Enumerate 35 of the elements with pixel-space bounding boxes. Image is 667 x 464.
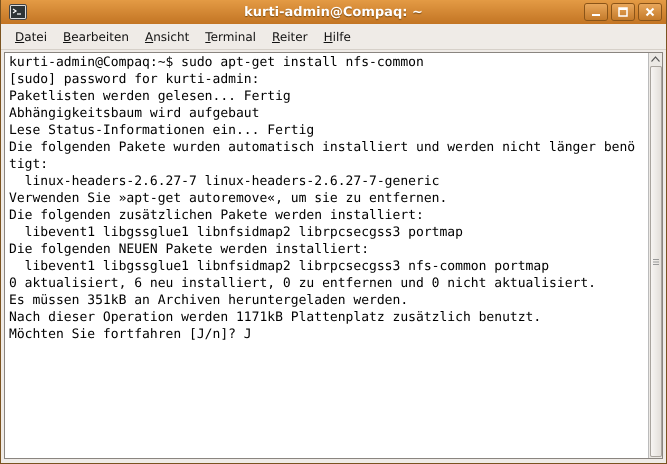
menu-item[interactable]: Ansicht xyxy=(136,30,198,44)
terminal-line: Nach dieser Operation werden 1171kB Plattenplatz zusätzlich benutzt. xyxy=(9,309,542,326)
terminal-line: Möchten Sie fortfahren [J/n]? J xyxy=(9,326,253,343)
scrollbar-thumb[interactable] xyxy=(650,66,662,457)
terminal-line: Es müssen 351kB an Archiven heruntergeladen werden. xyxy=(9,292,410,309)
terminal-line: libevent1 libgssglue1 libnfsidmap2 librpcsecgss3 portmap xyxy=(24,224,464,241)
terminal-line: Verwenden Sie »apt-get autoremove«, um sie zu entfernen. xyxy=(9,190,448,207)
scrollbar[interactable] xyxy=(648,53,662,458)
window-title: kurti-admin@Compaq: ~ xyxy=(244,4,423,20)
terminal-line: kurti-admin@Compaq:~$ sudo apt-get install nfs-common xyxy=(9,54,425,71)
terminal-line: Die folgenden NEUEN Pakete werden installiert: xyxy=(9,241,370,258)
minimize-icon xyxy=(592,14,600,16)
close-button[interactable] xyxy=(638,3,662,21)
maximize-button[interactable] xyxy=(611,3,635,21)
menu-item[interactable]: Hilfe xyxy=(316,30,359,44)
terminal-line: Abhängigkeitsbaum wird aufgebaut xyxy=(9,105,260,122)
terminal-line: libevent1 libgssglue1 libnfsidmap2 librpcsecgss3 nfs-common portmap xyxy=(24,258,550,275)
terminal-line: 0 aktualisiert, 6 neu installiert, 0 zu entfernen und 0 nicht aktualisiert. xyxy=(9,275,597,292)
terminal-line: linux-headers-2.6.27-7 linux-headers-2.6.27-7-generic xyxy=(24,173,440,190)
terminal-line: Paketlisten werden gelesen... Fertig xyxy=(9,88,292,105)
terminal-line: tigt: xyxy=(9,156,50,173)
terminal-line: Lese Status-Informationen ein... Fertig xyxy=(9,122,316,139)
menu-item[interactable]: Datei xyxy=(7,30,56,44)
menu-item[interactable]: Bearbeiten xyxy=(55,30,137,44)
close-icon xyxy=(644,6,656,18)
minimize-button[interactable] xyxy=(584,3,608,21)
terminal-line: Die folgenden Pakete wurden automatisch installiert und werden nicht länger benö xyxy=(9,139,636,156)
maximize-icon xyxy=(617,6,629,18)
grip-icon xyxy=(652,258,660,266)
scroll-up-icon[interactable] xyxy=(651,56,660,62)
menu-item[interactable]: Reiter xyxy=(264,30,316,44)
terminal-line: [sudo] password for kurti-admin: xyxy=(9,71,260,88)
terminal-line: Die folgenden zusätzlichen Pakete werden installiert: xyxy=(9,207,425,224)
menu-item[interactable]: Terminal xyxy=(197,30,264,44)
terminal-icon xyxy=(9,4,27,20)
